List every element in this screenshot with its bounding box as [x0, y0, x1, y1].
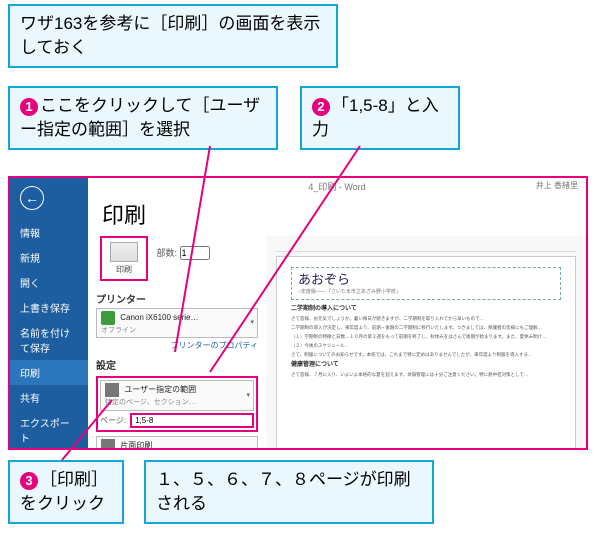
preview-para: 二学期制の導入が決定し、来年度より、前期・後期の二学期制に移行いたします。つきま…: [291, 325, 561, 331]
callout-intro: ワザ163を参考に［印刷］の画面を表示しておく: [8, 4, 338, 68]
step-number-3: 3: [20, 472, 38, 490]
print-button[interactable]: 印刷: [106, 242, 142, 275]
copies-label: 部数:: [157, 248, 178, 258]
print-range-sub: 特定のページ、セクション…: [105, 399, 196, 406]
preview-para: さて皆様、７月に入り、いよいよ本格的な夏を迎えます。体調管理には十分ご注意くださ…: [291, 372, 561, 378]
preview-para: さて、制服についてのお知らせです。本校では、これまで特に定めはありませんでしたが…: [291, 352, 561, 358]
print-button-highlight: 印刷: [100, 236, 148, 281]
print-button-label: 印刷: [116, 265, 132, 274]
sidebar-item-share[interactable]: 共有: [10, 385, 88, 410]
word-print-window: ← 情報 新規 開く 上書き保存 名前を付けて保存 印刷 共有 エクスポート 閉…: [8, 176, 588, 450]
printer-dropdown[interactable]: Canon iX6100 serie… オフライン ▾: [96, 308, 258, 338]
page-range-highlight: ユーザー指定の範囲 特定のページ、セクション… ▾ ページ:: [96, 376, 258, 431]
callout-step1-text: ここをクリックして［ユーザー指定の範囲］を選択: [20, 96, 260, 139]
page-icon: [101, 439, 115, 450]
callout-result: １、５、６、７、８ページが印刷される: [144, 460, 434, 524]
printer-status: オフライン: [101, 327, 136, 334]
sides-label: 片面印刷: [120, 441, 152, 450]
print-range-dropdown[interactable]: ユーザー指定の範囲 特定のページ、セクション… ▾: [100, 380, 254, 410]
pages-input[interactable]: [130, 413, 254, 428]
step-number-1: 1: [20, 98, 38, 116]
callout-step2: 2「1,5-8」と入力: [300, 86, 460, 150]
preview-page: あおぞら ○年度版――「さいたま市立あざみ野小学校」 二学期制の導入について さ…: [276, 256, 576, 450]
printer-icon: [110, 242, 138, 262]
sides-dropdown[interactable]: 片面印刷 ページの片面のみを印刷… ▾: [96, 436, 258, 450]
preview-para: （２）今後のスケジュール…: [291, 343, 561, 349]
preview-heading-2: 健康管理について: [291, 362, 561, 370]
chevron-down-icon: ▾: [246, 391, 250, 399]
chevron-down-icon: ▾: [250, 447, 254, 450]
sidebar-item-export[interactable]: エクスポート: [10, 410, 88, 450]
preview-para: さて皆様、お元気でしょうか。暑い毎日が続きますが、二学期制を取り入れてから早いも…: [291, 316, 561, 322]
sidebar-item-new[interactable]: 新規: [10, 245, 88, 270]
backstage-sidebar: ← 情報 新規 開く 上書き保存 名前を付けて保存 印刷 共有 エクスポート 閉…: [10, 178, 88, 448]
printer-section-head: プリンター: [96, 291, 258, 306]
callout-step3: 3［印刷］をクリック: [8, 460, 124, 524]
printer-properties-link[interactable]: プリンターのプロパティ: [96, 340, 258, 351]
window-title-bar: 4_印刷 - Word 井上 香緒里: [88, 178, 586, 196]
settings-section-head: 設定: [96, 357, 258, 372]
copies-input[interactable]: [180, 246, 210, 260]
preview-heading-1: 二学期制の導入について: [291, 306, 561, 314]
print-settings-column: 印刷 部数: プリンター Canon iX6100 serie… オフライン ▾…: [88, 236, 266, 450]
copies-control: 部数:: [157, 246, 210, 260]
preview-para: （１）学期制の特徴と日数…１０月の第２週をもって前期を終了し、秋休みをはさんで後…: [291, 334, 561, 340]
panel-title-print: 印刷: [88, 196, 586, 236]
sidebar-item-save[interactable]: 上書き保存: [10, 295, 88, 320]
document-title: 4_印刷 - Word: [308, 182, 365, 192]
callout-step1: 1ここをクリックして［ユーザー指定の範囲］を選択: [8, 86, 278, 150]
step-number-2: 2: [312, 98, 330, 116]
sidebar-item-open[interactable]: 開く: [10, 270, 88, 295]
printer-status-icon: [101, 311, 115, 325]
chevron-down-icon: ▾: [250, 319, 254, 327]
pages-label: ページ:: [100, 415, 126, 426]
user-name: 井上 香緒里: [536, 180, 578, 191]
print-range-label: ユーザー指定の範囲: [124, 386, 196, 395]
print-preview-column: あおぞら ○年度版――「さいたま市立あざみ野小学校」 二学期制の導入について さ…: [266, 236, 586, 450]
pages-icon: [105, 383, 119, 397]
preview-doc-subtitle: ○年度版――「さいたま市立あざみ野小学校」: [298, 289, 554, 296]
preview-doc-title: あおぞら: [298, 272, 554, 289]
sidebar-item-print[interactable]: 印刷: [10, 360, 88, 385]
back-button[interactable]: ←: [20, 186, 44, 210]
printer-name: Canon iX6100 serie…: [120, 313, 198, 322]
preview-ruler: [276, 242, 576, 252]
print-main-panel: 4_印刷 - Word 井上 香緒里 印刷 印刷 部数:: [88, 178, 586, 448]
callout-step2-text: 「1,5-8」と入力: [312, 96, 439, 139]
sidebar-item-saveas[interactable]: 名前を付けて保存: [10, 320, 88, 360]
sidebar-item-info[interactable]: 情報: [10, 220, 88, 245]
